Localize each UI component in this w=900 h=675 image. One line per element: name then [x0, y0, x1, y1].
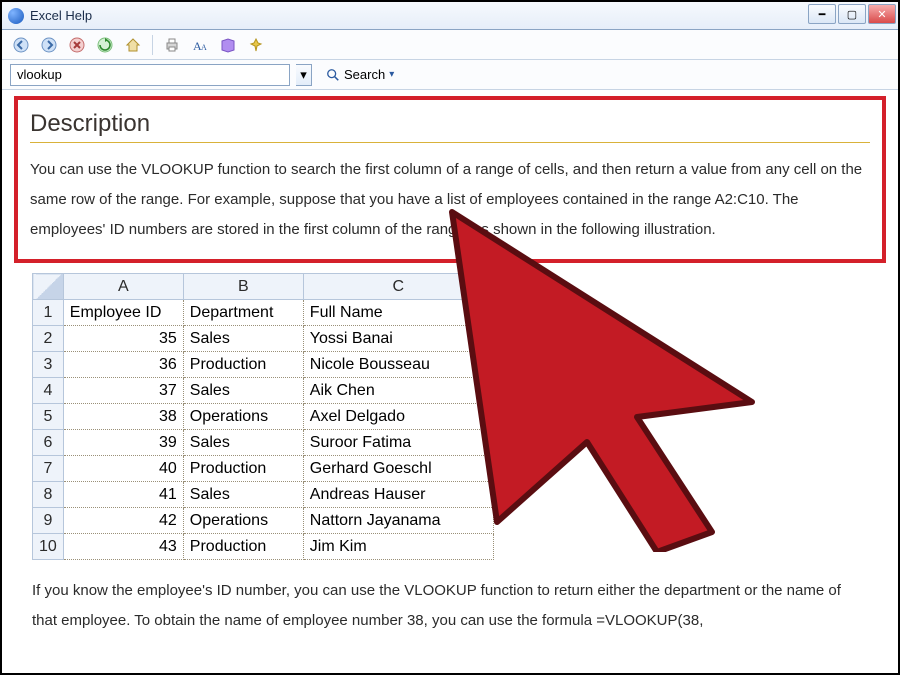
heading-rule	[30, 142, 870, 143]
row-header[interactable]: 3	[33, 352, 64, 378]
table-row: 841SalesAndreas Hauser	[33, 482, 494, 508]
row-header[interactable]: 7	[33, 456, 64, 482]
col-header-c[interactable]: C	[303, 274, 493, 300]
row-header[interactable]: 10	[33, 534, 64, 560]
cell[interactable]: Sales	[183, 430, 303, 456]
cell[interactable]: Operations	[183, 508, 303, 534]
window-title: Excel Help	[30, 8, 92, 23]
cell[interactable]: 36	[63, 352, 183, 378]
table-row: 336ProductionNicole Bousseau	[33, 352, 494, 378]
row-header[interactable]: 8	[33, 482, 64, 508]
table-corner[interactable]	[33, 274, 64, 300]
toc-button[interactable]	[217, 34, 239, 56]
cell[interactable]: Sales	[183, 326, 303, 352]
help-content: Description You can use the VLOOKUP func…	[2, 90, 898, 648]
table-row: 639SalesSuroor Fatima	[33, 430, 494, 456]
search-button[interactable]: Search ▾	[318, 64, 402, 86]
table-row: 235SalesYossi Banai	[33, 326, 494, 352]
cell[interactable]: Aik Chen	[303, 378, 493, 404]
cell[interactable]: Sales	[183, 482, 303, 508]
cell[interactable]: Operations	[183, 404, 303, 430]
after-text: If you know the employee's ID number, yo…	[32, 576, 868, 636]
cell[interactable]: 40	[63, 456, 183, 482]
cell[interactable]: Gerhard Goeschl	[303, 456, 493, 482]
row-header[interactable]: 1	[33, 300, 64, 326]
example-table: A B C 1Employee IDDepartmentFull Name235…	[32, 273, 494, 560]
window-controls: ━ ▢ ✕	[808, 4, 896, 24]
print-button[interactable]	[161, 34, 183, 56]
description-heading: Description	[30, 110, 870, 138]
row-header[interactable]: 2	[33, 326, 64, 352]
table-row: 538OperationsAxel Delgado	[33, 404, 494, 430]
cell[interactable]: Department	[183, 300, 303, 326]
titlebar: Excel Help	[2, 2, 898, 30]
row-header[interactable]: 9	[33, 508, 64, 534]
table-row: 1Employee IDDepartmentFull Name	[33, 300, 494, 326]
search-input[interactable]	[10, 64, 290, 86]
cell[interactable]: Andreas Hauser	[303, 482, 493, 508]
cell[interactable]: 38	[63, 404, 183, 430]
cell[interactable]: Full Name	[303, 300, 493, 326]
cell[interactable]: Yossi Banai	[303, 326, 493, 352]
cell[interactable]: Nattorn Jayanama	[303, 508, 493, 534]
close-button[interactable]: ✕	[868, 4, 896, 24]
row-header[interactable]: 5	[33, 404, 64, 430]
table-row: 437SalesAik Chen	[33, 378, 494, 404]
minimize-button[interactable]: ━	[808, 4, 836, 24]
cell[interactable]: Sales	[183, 378, 303, 404]
description-section-highlight: Description You can use the VLOOKUP func…	[14, 96, 886, 263]
cell[interactable]: 39	[63, 430, 183, 456]
font-size-button[interactable]: AA	[189, 34, 211, 56]
col-header-b[interactable]: B	[183, 274, 303, 300]
search-icon	[326, 68, 340, 82]
cell[interactable]: 43	[63, 534, 183, 560]
refresh-button[interactable]	[94, 34, 116, 56]
cell[interactable]: Employee ID	[63, 300, 183, 326]
table-row: 942OperationsNattorn Jayanama	[33, 508, 494, 534]
search-dropdown-button[interactable]: ▾	[296, 64, 312, 86]
pin-button[interactable]	[245, 34, 267, 56]
home-button[interactable]	[122, 34, 144, 56]
help-app-icon	[8, 8, 24, 24]
cell[interactable]: Suroor Fatima	[303, 430, 493, 456]
chevron-down-icon: ▾	[389, 69, 394, 80]
cell[interactable]: Production	[183, 534, 303, 560]
table-row: 1043ProductionJim Kim	[33, 534, 494, 560]
cell[interactable]: 41	[63, 482, 183, 508]
stop-button[interactable]	[66, 34, 88, 56]
cell[interactable]: Axel Delgado	[303, 404, 493, 430]
chevron-down-icon: ▾	[300, 67, 307, 83]
cell[interactable]: Jim Kim	[303, 534, 493, 560]
col-header-a[interactable]: A	[63, 274, 183, 300]
cell[interactable]: 42	[63, 508, 183, 534]
forward-button[interactable]	[38, 34, 60, 56]
search-button-label: Search	[344, 67, 385, 82]
back-button[interactable]	[10, 34, 32, 56]
cell[interactable]: Production	[183, 352, 303, 378]
description-body: You can use the VLOOKUP function to sear…	[30, 155, 870, 245]
svg-text:A: A	[201, 43, 207, 52]
toolbar: AA	[2, 30, 898, 60]
row-header[interactable]: 6	[33, 430, 64, 456]
table-row: 740ProductionGerhard Goeschl	[33, 456, 494, 482]
maximize-button[interactable]: ▢	[838, 4, 866, 24]
search-row: ▾ Search ▾	[2, 60, 898, 90]
cell[interactable]: Production	[183, 456, 303, 482]
row-header[interactable]: 4	[33, 378, 64, 404]
cell[interactable]: 37	[63, 378, 183, 404]
cell[interactable]: Nicole Bousseau	[303, 352, 493, 378]
toolbar-separator	[152, 35, 153, 55]
cell[interactable]: 35	[63, 326, 183, 352]
